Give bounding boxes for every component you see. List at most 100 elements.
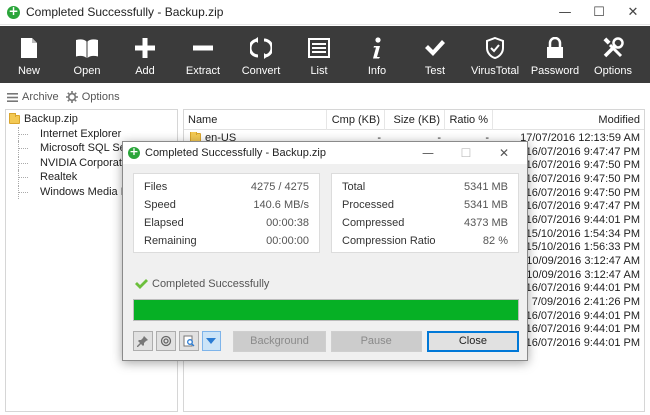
gear-icon: [65, 91, 78, 103]
column-ratio[interactable]: Ratio %: [445, 110, 493, 130]
secondary-toolbar: Archive Options: [0, 86, 650, 108]
test-button[interactable]: Test: [406, 26, 464, 83]
options-label: Options: [81, 91, 120, 103]
extract-button[interactable]: Extract: [174, 26, 232, 83]
toolbar-label: Info: [367, 65, 387, 77]
dialog-window-controls: — ☐ ✕: [409, 142, 523, 164]
pause-button[interactable]: Pause: [330, 330, 422, 352]
password-button[interactable]: Password: [526, 26, 584, 83]
stat-row: Remaining 00:00:00: [144, 235, 309, 247]
minus-icon: [193, 35, 213, 61]
archive-menu[interactable]: Archive: [7, 91, 59, 103]
progress-fill: [134, 300, 518, 320]
background-button[interactable]: Background: [233, 330, 326, 352]
toolbar-label: Test: [424, 65, 446, 77]
checkmark-icon: [424, 35, 446, 61]
toolbar-label: VirusTotal: [470, 65, 520, 77]
column-modified[interactable]: Modified: [493, 110, 644, 130]
power-icon: [160, 335, 172, 347]
dialog-close-button[interactable]: ✕: [485, 142, 523, 164]
archive-label: Archive: [22, 91, 59, 103]
toolbar-label: Open: [73, 65, 101, 77]
pin-icon: [136, 335, 149, 347]
add-button[interactable]: Add: [116, 26, 174, 83]
power-button[interactable]: [155, 331, 176, 351]
expand-button[interactable]: [201, 331, 222, 351]
lock-icon: [546, 35, 564, 61]
main-toolbar: New Open Add Extract Convert List Info T…: [0, 26, 650, 83]
shield-icon: [485, 35, 505, 61]
virustotal-button[interactable]: VirusTotal: [464, 26, 526, 83]
dialog-maximize-button[interactable]: ☐: [447, 142, 485, 164]
info-icon: [370, 35, 384, 61]
info-button[interactable]: Info: [348, 26, 406, 83]
tree-item-label: Realtek: [40, 171, 78, 184]
window-title: Completed Successfully - Backup.zip: [26, 5, 224, 19]
folder-icon: [9, 112, 20, 124]
list-button[interactable]: List: [290, 26, 348, 83]
maximize-button[interactable]: ☐: [582, 0, 616, 25]
progress-bar: [133, 299, 519, 321]
close-button[interactable]: Close: [426, 330, 519, 352]
status-line: Completed Successfully: [134, 278, 269, 290]
toolbar-label: Password: [530, 65, 580, 77]
open-button[interactable]: Open: [58, 26, 116, 83]
pin-button[interactable]: [133, 331, 153, 351]
stats-left: Files 4275 / 4275 Speed 140.6 MB/s Elapsed…: [133, 173, 320, 253]
magnifier-doc-icon: [183, 335, 195, 347]
window-controls: — ☐ ✕: [548, 0, 650, 25]
success-check-icon: [134, 278, 148, 290]
toolbar-label: New: [17, 65, 40, 77]
convert-arrows-icon: [250, 35, 272, 61]
stat-row: Compressed 4373 MB: [342, 217, 508, 229]
new-button[interactable]: New: [0, 26, 58, 83]
stat-row: Speed 140.6 MB/s: [144, 199, 309, 211]
tree-connector: [18, 126, 40, 141]
toolbar-label: Convert: [241, 65, 281, 77]
tree-item-label: Internet Explorer: [40, 127, 122, 140]
list-icon: [308, 35, 330, 61]
app-logo-icon: [7, 4, 20, 19]
new-file-icon: [20, 35, 38, 61]
convert-button[interactable]: Convert: [232, 26, 290, 83]
open-book-icon: [75, 35, 99, 61]
chevron-down-icon: [205, 337, 217, 345]
dialog-titlebar: Completed Successfully - Backup.zip — ☐ …: [123, 142, 527, 164]
status-text: Completed Successfully: [152, 278, 270, 290]
column-name[interactable]: Name: [184, 110, 327, 130]
tree-connector: [18, 184, 40, 199]
stat-row: Files 4275 / 4275: [144, 181, 309, 193]
toolbar-label: List: [310, 65, 328, 77]
tree-connector: [18, 141, 40, 156]
view-button[interactable]: [178, 331, 199, 351]
tools-icon: [602, 35, 624, 61]
minimize-button[interactable]: —: [548, 0, 582, 25]
tree-item[interactable]: Internet Explorer: [6, 126, 177, 142]
dialog-bottom-bar: Background Pause Close: [133, 330, 519, 352]
dialog-minimize-button[interactable]: —: [409, 142, 447, 164]
tree-connector: [18, 170, 40, 185]
toolbar-label: Options: [594, 65, 632, 77]
stat-row: Elapsed 00:00:38: [144, 217, 309, 229]
toolbar-label: Add: [135, 65, 155, 77]
toolbar-label: Extract: [185, 65, 221, 77]
tree-root-label: Backup.zip: [24, 113, 78, 126]
stats-right: Total 5341 MB Processed 5341 MB Compressed…: [331, 173, 519, 253]
stat-row: Processed 5341 MB: [342, 199, 508, 211]
options-button[interactable]: Options: [584, 26, 642, 83]
stat-row: Total 5341 MB: [342, 181, 508, 193]
close-window-button[interactable]: ✕: [616, 0, 650, 25]
hamburger-icon: [7, 92, 18, 102]
tree-root[interactable]: Backup.zip: [6, 112, 177, 127]
file-list-header: Name Cmp (KB) Size (KB) Ratio % Modified: [184, 110, 644, 130]
progress-dialog: Completed Successfully - Backup.zip — ☐ …: [122, 141, 528, 361]
options-menu[interactable]: Options: [65, 91, 120, 103]
main-titlebar: Completed Successfully - Backup.zip — ☐ …: [0, 0, 650, 25]
column-cmp[interactable]: Cmp (KB): [327, 110, 385, 130]
tree-connector: [18, 155, 40, 170]
dialog-title: Completed Successfully - Backup.zip: [145, 147, 326, 159]
column-size[interactable]: Size (KB): [385, 110, 445, 130]
plus-icon: [135, 35, 155, 61]
app-logo-icon: [128, 145, 140, 159]
stat-row: Compression Ratio 82 %: [342, 235, 508, 247]
